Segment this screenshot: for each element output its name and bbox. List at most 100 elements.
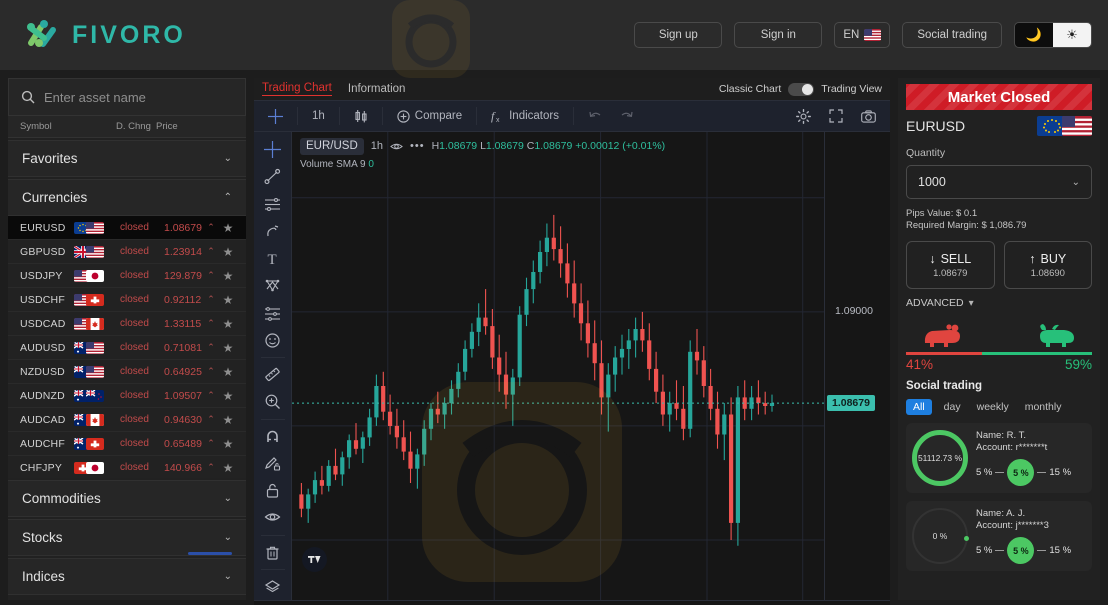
fullscreen-icon[interactable]: [821, 103, 851, 129]
social-filter-weekly[interactable]: weekly: [973, 399, 1013, 415]
legend-eye-icon[interactable]: [390, 140, 403, 153]
asset-row[interactable]: USDCAD closed 1.33115 ⌃ ★: [8, 312, 246, 336]
sidebar-group-indices[interactable]: Indices ⌄: [8, 558, 246, 595]
moon-icon[interactable]: 🌙: [1015, 23, 1053, 47]
crosshair-icon[interactable]: [258, 136, 288, 163]
quantity-select[interactable]: 1000 ⌄: [906, 165, 1092, 199]
compare-button[interactable]: Compare: [389, 103, 470, 129]
favorite-star-icon[interactable]: ★: [220, 221, 236, 235]
sign-in-button[interactable]: Sign in: [734, 22, 823, 48]
chevron-up-icon[interactable]: ⌃: [202, 414, 220, 425]
risk-slider[interactable]: 5 % 5 % 15 %: [976, 537, 1086, 564]
legend-more-icon[interactable]: •••: [410, 139, 425, 154]
sidebar-group-stocks[interactable]: Stocks ⌄: [8, 519, 246, 556]
chevron-up-icon[interactable]: ⌃: [202, 270, 220, 281]
chevron-up-icon[interactable]: ⌃: [202, 342, 220, 353]
trader-card[interactable]: 51112.73 % Name: R. T. Account: r*******…: [906, 423, 1092, 493]
asset-row[interactable]: NZDUSD closed 0.64925 ⌃ ★: [8, 360, 246, 384]
candlestick-icon[interactable]: [346, 103, 376, 129]
social-filters[interactable]: All day weekly monthly: [906, 399, 1092, 415]
theme-toggle[interactable]: 🌙 ☀: [1014, 22, 1092, 48]
favorite-star-icon[interactable]: ★: [220, 413, 236, 427]
brand-logo[interactable]: FIVORO: [22, 15, 186, 55]
chevron-up-icon[interactable]: ⌃: [202, 462, 220, 473]
text-icon[interactable]: T: [258, 245, 288, 272]
undo-icon[interactable]: [580, 103, 610, 129]
favorite-star-icon[interactable]: ★: [220, 365, 236, 379]
language-selector[interactable]: EN: [834, 22, 891, 48]
eye-icon[interactable]: [258, 504, 288, 531]
layers-icon[interactable]: [258, 573, 288, 600]
trader-card[interactable]: 0 % Name: A. J. Account: j*******3 5 % 5…: [906, 501, 1092, 571]
favorite-star-icon[interactable]: ★: [220, 389, 236, 403]
sidebar-group-commodities[interactable]: Commodities ⌄: [8, 480, 246, 517]
risk-slider[interactable]: 5 % 5 % 15 %: [976, 459, 1086, 486]
trend-line-icon[interactable]: [258, 163, 288, 190]
advanced-toggle[interactable]: ADVANCED ▾: [906, 297, 1092, 309]
tab-information[interactable]: Information: [348, 83, 406, 95]
gear-icon[interactable]: [788, 103, 819, 129]
social-filter-day[interactable]: day: [940, 399, 965, 415]
crosshair-tool-button[interactable]: [260, 103, 291, 129]
chart-mode-switch[interactable]: Classic Chart Trading View: [719, 82, 882, 96]
favorite-star-icon[interactable]: ★: [220, 245, 236, 259]
social-filter-monthly[interactable]: monthly: [1021, 399, 1066, 415]
magnet-icon[interactable]: [258, 423, 288, 450]
asset-row[interactable]: AUDCHF closed 0.65489 ⌃ ★: [8, 432, 246, 456]
asset-list[interactable]: EURUSD closed 1.08679 ⌃ ★ GBPUSD closed …: [8, 216, 246, 478]
social-filter-all[interactable]: All: [906, 399, 932, 415]
asset-search[interactable]: [8, 78, 246, 116]
chevron-up-icon[interactable]: ⌃: [202, 318, 220, 329]
favorite-star-icon[interactable]: ★: [220, 317, 236, 331]
pattern-icon[interactable]: [258, 272, 288, 299]
trash-icon[interactable]: [258, 539, 288, 566]
candlestick-chart[interactable]: EUR/USD 1h ••• H1.08679 L1.08679 C1.0867…: [292, 132, 824, 600]
favorite-star-icon[interactable]: ★: [220, 269, 236, 283]
chevron-up-icon[interactable]: ⌃: [202, 222, 220, 233]
price-axis[interactable]: 1.09000 1.08679: [824, 132, 890, 600]
sidebar-group-favorites[interactable]: Favorites ⌄: [8, 140, 246, 177]
indicators-button[interactable]: fx Indicators: [483, 103, 567, 129]
tradingview-attribution[interactable]: [302, 547, 327, 572]
horizontal-lines-icon[interactable]: [258, 191, 288, 218]
asset-row[interactable]: AUDCAD closed 0.94630 ⌃ ★: [8, 408, 246, 432]
interval-button[interactable]: 1h: [304, 103, 333, 129]
sidebar-group-currencies[interactable]: Currencies ⌃: [8, 179, 246, 216]
asset-row[interactable]: USDJPY closed 129.879 ⌃ ★: [8, 264, 246, 288]
asset-row[interactable]: AUDUSD closed 0.71081 ⌃ ★: [8, 336, 246, 360]
favorite-star-icon[interactable]: ★: [220, 461, 236, 475]
chevron-up-icon[interactable]: ⌃: [202, 246, 220, 257]
time-axis[interactable]: 2425262728: [254, 600, 890, 605]
buy-button[interactable]: ↑ BUY 1.08690: [1003, 241, 1092, 289]
favorite-star-icon[interactable]: ★: [220, 437, 236, 451]
sidebar-scrollbar[interactable]: [188, 552, 232, 555]
emoji-icon[interactable]: [258, 327, 288, 354]
redo-icon[interactable]: [612, 103, 642, 129]
social-trading-button[interactable]: Social trading: [902, 22, 1002, 48]
favorite-star-icon[interactable]: ★: [220, 341, 236, 355]
chevron-up-icon[interactable]: ⌃: [202, 366, 220, 377]
search-input[interactable]: [44, 89, 233, 105]
camera-icon[interactable]: [853, 103, 884, 129]
chevron-up-icon[interactable]: ⌃: [202, 294, 220, 305]
asset-row[interactable]: USDCHF closed 0.92112 ⌃ ★: [8, 288, 246, 312]
asset-row[interactable]: AUDNZD closed 1.09507 ⌃ ★: [8, 384, 246, 408]
legend-symbol[interactable]: EUR/USD: [300, 138, 364, 155]
asset-row[interactable]: CHFJPY closed 140.966 ⌃ ★: [8, 456, 246, 478]
chart-mode-toggle[interactable]: [788, 82, 815, 96]
chevron-up-icon[interactable]: ⌃: [202, 390, 220, 401]
asset-row[interactable]: EURUSD closed 1.08679 ⌃ ★: [8, 216, 246, 240]
zoom-in-icon[interactable]: [258, 388, 288, 415]
tab-trading-chart[interactable]: Trading Chart: [262, 82, 332, 96]
lock-icon[interactable]: [258, 477, 288, 504]
asset-row[interactable]: GBPUSD closed 1.23914 ⌃ ★: [8, 240, 246, 264]
sell-button[interactable]: ↓ SELL 1.08679: [906, 241, 995, 289]
sun-icon[interactable]: ☀: [1053, 23, 1091, 47]
pencil-lock-icon[interactable]: [258, 450, 288, 477]
sign-up-button[interactable]: Sign up: [634, 22, 723, 48]
favorite-star-icon[interactable]: ★: [220, 293, 236, 307]
ruler-icon[interactable]: [258, 361, 288, 388]
brush-icon[interactable]: [258, 218, 288, 245]
chevron-up-icon[interactable]: ⌃: [202, 438, 220, 449]
measure-sliders-icon[interactable]: [258, 300, 288, 327]
